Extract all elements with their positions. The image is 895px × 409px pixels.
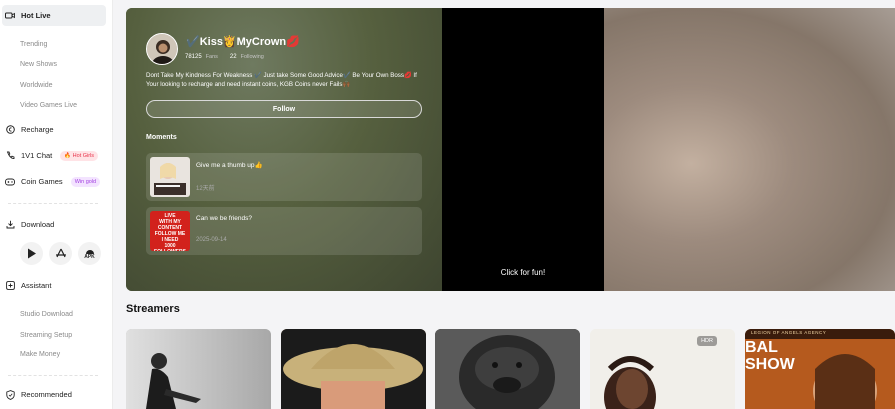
streamer-name: ✔️Kiss👸MyCrown💋 <box>186 36 300 48</box>
following-count: 22 <box>229 54 237 60</box>
hdr-badge: HDR <box>697 336 717 346</box>
moment-date: 2025-09-14 <box>196 237 227 243</box>
sidebar: Hot Live Trending New Shows Worldwide Vi… <box>0 0 113 409</box>
moment-thumbnail-text: LIVE WITH MY CONTENT FOLLOW ME I NEED 10… <box>154 213 186 251</box>
sidebar-subitem-studio-download[interactable]: Studio Download <box>20 311 73 318</box>
sidebar-subitem-make-money[interactable]: Make Money <box>20 351 60 358</box>
sidebar-item-label: 1V1 Chat <box>21 151 53 160</box>
sidebar-item-label: Assistant <box>21 281 52 290</box>
hot-girls-badge: 🔥 Hot Girls <box>60 150 99 161</box>
sidebar-item-label: Coin Games <box>21 177 63 186</box>
sidebar-item-label: Recommended <box>21 390 72 399</box>
featured-stream: ✔️Kiss👸MyCrown💋 78125 Fans 22 Following … <box>126 8 895 291</box>
streamer-bio: Dont Take My Kindness For Weakness ✔️ Ju… <box>146 72 417 88</box>
sidebar-divider <box>8 203 98 204</box>
sidebar-item-recharge[interactable]: Recharge <box>2 119 54 140</box>
moment-text: Can we be friends? <box>196 215 253 222</box>
moment-date: 12天前 <box>196 186 215 192</box>
streamer-card[interactable] <box>281 329 426 409</box>
sidebar-subitem-worldwide[interactable]: Worldwide <box>20 82 53 89</box>
moment-text: Give me a thumb up👍 <box>196 162 263 169</box>
sidebar-item-label: Download <box>21 220 55 229</box>
card-header-text: LEGION OF ANGELS AGENCY <box>751 330 827 335</box>
download-icon <box>5 220 15 230</box>
sidebar-item-assistant[interactable]: Assistant <box>2 275 51 296</box>
fans-label: Fans <box>205 54 218 60</box>
moment-thumbnail: LIVE WITH MY CONTENT FOLLOW ME I NEED 10… <box>150 211 190 251</box>
video-player[interactable]: Click for fun! <box>442 8 604 291</box>
app-store-icon[interactable] <box>49 242 72 265</box>
gamepad-icon <box>5 177 15 187</box>
phone-icon <box>5 151 15 161</box>
sidebar-item-recommended[interactable]: Recommended <box>2 384 72 405</box>
streamer-card[interactable] <box>126 329 271 409</box>
sidebar-item-hot-live[interactable]: Hot Live <box>2 5 106 26</box>
google-play-icon[interactable] <box>20 242 43 265</box>
sidebar-item-label: Recharge <box>21 125 54 134</box>
sidebar-item-download[interactable]: Download <box>2 214 54 235</box>
download-app-icons: APK <box>20 242 101 265</box>
moment-thumbnail <box>150 157 190 197</box>
sidebar-subitem-new-shows[interactable]: New Shows <box>20 61 57 68</box>
moment-item[interactable]: LIVE WITH MY CONTENT FOLLOW ME I NEED 10… <box>146 207 422 255</box>
apk-label: APK <box>84 253 95 260</box>
win-gold-badge: Win gold <box>70 176 101 187</box>
follow-button[interactable]: Follow <box>146 100 422 118</box>
streamer-card[interactable]: LEGION OF ANGELS AGENCY BAL SHOW <box>745 329 895 409</box>
fans-count: 78125 <box>185 54 202 60</box>
shield-icon <box>5 389 15 400</box>
sidebar-divider <box>8 375 98 376</box>
card-overlay-text: BAL SHOW <box>745 339 795 373</box>
moment-item[interactable]: Give me a thumb up👍 12天前 <box>146 153 422 201</box>
apk-icon[interactable]: APK <box>78 242 101 265</box>
sidebar-item-1v1-chat[interactable]: 1V1 Chat 🔥 Hot Girls <box>2 145 99 166</box>
sidebar-subitem-trending[interactable]: Trending <box>20 41 47 48</box>
featured-blurred-preview <box>604 8 895 291</box>
coin-icon <box>5 125 15 135</box>
camera-icon <box>5 11 15 21</box>
streamer-card[interactable] <box>435 329 580 409</box>
streamers-section-title: Streamers <box>126 303 180 315</box>
sidebar-item-label: Hot Live <box>21 11 51 20</box>
plus-square-icon <box>5 281 15 291</box>
sidebar-subitem-video-games-live[interactable]: Video Games Live <box>20 102 77 109</box>
streamer-stats: 78125 Fans 22 Following <box>185 54 272 60</box>
sidebar-item-coin-games[interactable]: Coin Games Win gold <box>2 171 101 192</box>
sidebar-subitem-streaming-setup[interactable]: Streaming Setup <box>20 332 72 339</box>
following-label: Following <box>240 54 264 60</box>
avatar[interactable] <box>146 33 178 65</box>
streamer-card[interactable]: HDR <box>590 329 735 409</box>
click-for-fun-label[interactable]: Click for fun! <box>442 268 604 277</box>
moments-title: Moments <box>146 134 177 141</box>
